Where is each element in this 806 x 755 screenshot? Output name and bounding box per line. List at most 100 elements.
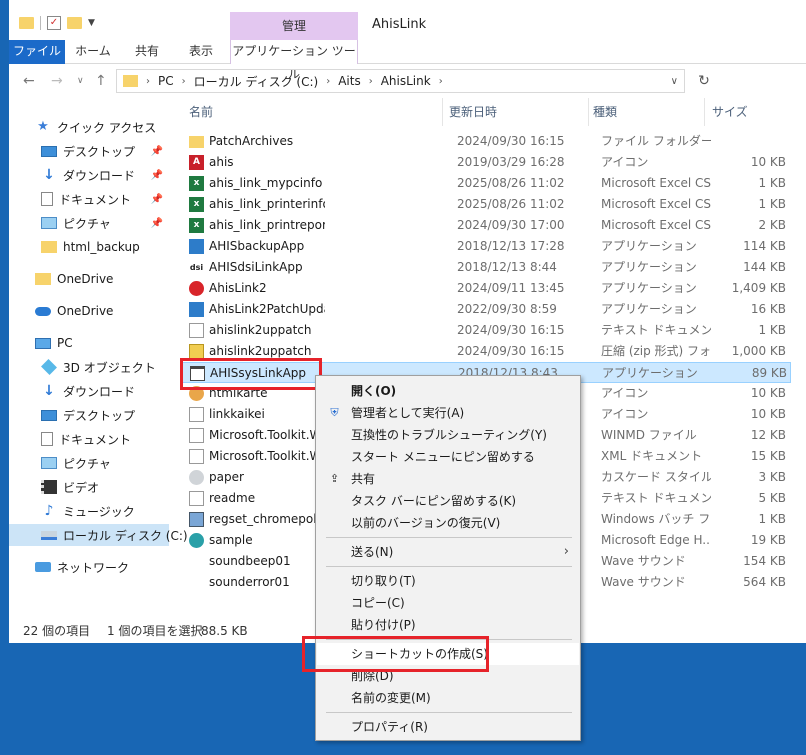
file-size: 89 KB <box>751 366 787 380</box>
file-row[interactable]: AhisLink2PatchUpdate 2022/09/30 8:59 アプリケー… <box>181 299 791 320</box>
nav-label: デスクトップ <box>63 144 136 159</box>
nav-documents[interactable]: ドキュメント 📌 <box>41 188 169 210</box>
column-header-name[interactable]: 名前 <box>189 98 443 126</box>
file-row[interactable]: AhisLink2 2024/09/11 13:45 アプリケーション 1,409 K… <box>181 278 791 299</box>
column-header-type[interactable]: 種類 <box>593 98 705 126</box>
chevron-right-icon[interactable]: › <box>439 76 443 87</box>
nav-html-backup[interactable]: html_backup <box>41 236 169 258</box>
refresh-icon[interactable]: ↻ <box>689 69 719 93</box>
file-size: 10 KB <box>750 386 786 400</box>
share-icon: ⇪ <box>329 472 340 485</box>
nav-local-disk[interactable]: ローカル ディスク (C:) <box>9 524 188 546</box>
menu-item-open[interactable]: 開く(O) <box>317 380 579 402</box>
breadcrumb-aits[interactable]: Aits <box>338 74 361 88</box>
back-arrow-icon[interactable]: ← <box>23 73 35 89</box>
file-date: 2018/12/13 8:44 <box>457 260 557 274</box>
up-arrow-icon[interactable]: ↑ <box>95 73 107 89</box>
menu-label: 以前のバージョンの復元(V) <box>351 516 501 530</box>
file-type: アプリケーション <box>601 260 697 274</box>
tab-share[interactable]: 共有 <box>127 40 167 64</box>
nav-music[interactable]: ♪ ミュージック <box>41 500 169 522</box>
file-row[interactable]: AHISbackupApp 2018/12/13 17:28 アプリケーション 114… <box>181 236 791 257</box>
pin-icon: 📌 <box>150 193 163 205</box>
breadcrumb-pc[interactable]: PC <box>158 74 174 88</box>
menu-item-compat-troubleshoot[interactable]: 互換性のトラブルシューティング(Y) <box>317 424 579 446</box>
address-bar[interactable]: › PC › ローカル ディスク (C:) › Aits › AhisLink … <box>116 69 685 93</box>
menu-item-share[interactable]: ⇪ 共有 <box>317 468 579 490</box>
file-row[interactable]: Aahis 2019/03/29 16:28 アイコン 10 KB <box>181 152 791 173</box>
menu-item-properties[interactable]: プロパティ(R) <box>317 716 579 738</box>
manage-tab-header: 管理 <box>230 12 358 40</box>
chevron-right-icon[interactable]: › <box>146 76 150 87</box>
breadcrumb-local-disk[interactable]: ローカル ディスク (C:) <box>194 73 319 90</box>
tab-view[interactable]: 表示 <box>179 40 223 64</box>
nav-pc[interactable]: PC <box>35 332 195 354</box>
picture-icon <box>41 217 57 229</box>
nav-3d-objects[interactable]: 3D オブジェクト <box>41 356 169 378</box>
nav-pc-documents[interactable]: ドキュメント <box>41 428 169 450</box>
menu-item-pin-start[interactable]: スタート メニューにピン留めする <box>317 446 579 468</box>
folder-icon <box>19 17 34 29</box>
quick-access-toolbar: ✓ ▼ <box>19 16 95 30</box>
nav-onedrive[interactable]: OneDrive <box>35 300 195 322</box>
file-size <box>714 131 786 152</box>
column-header-date[interactable]: 更新日時 <box>449 98 589 126</box>
file-row[interactable]: dsi AHISdsiLinkApp 2018/12/13 8:44 アプリケーション… <box>181 257 791 278</box>
forward-arrow-icon[interactable]: → <box>51 73 63 89</box>
menu-item-cut[interactable]: 切り取り(T) <box>317 570 579 592</box>
nav-pictures[interactable]: ピクチャ 📌 <box>41 212 169 234</box>
file-type: テキスト ドキュメント <box>601 491 711 505</box>
tab-application-tools[interactable]: アプリケーション ツール <box>230 40 358 81</box>
nav-pc-pictures[interactable]: ピクチャ <box>41 452 169 474</box>
menu-item-send-to[interactable]: 送る(N) › <box>317 541 579 563</box>
nav-label: ネットワーク <box>57 560 130 575</box>
file-name-cell: regset_chromepolici <box>189 509 325 530</box>
recent-dropdown-icon[interactable]: ∨ <box>77 76 84 86</box>
tab-file[interactable]: ファイル <box>9 40 65 64</box>
menu-item-copy[interactable]: コピー(C) <box>317 592 579 614</box>
nav-pc-downloads[interactable]: ↓ ダウンロード <box>41 380 169 402</box>
menu-item-run-as-admin[interactable]: ⛨ 管理者として実行(A) <box>317 402 579 424</box>
properties-check-icon[interactable]: ✓ <box>47 16 61 30</box>
nav-downloads[interactable]: ↓ ダウンロード 📌 <box>41 164 169 186</box>
file-row[interactable]: ahislink2uppatch 2024/09/30 16:15 テキスト ドキュ… <box>181 320 791 341</box>
nav-desktop[interactable]: デスクトップ 📌 <box>41 140 169 162</box>
address-dropdown-icon[interactable]: ∨ <box>671 76 678 87</box>
column-header-size[interactable]: サイズ <box>712 98 782 126</box>
chevron-right-icon[interactable]: › <box>182 76 186 87</box>
nav-network[interactable]: ネットワーク <box>35 556 195 578</box>
menu-label: 切り取り(T) <box>351 574 416 588</box>
breadcrumb-ahislink[interactable]: AhisLink <box>381 74 431 88</box>
chevron-right-icon[interactable]: › <box>326 76 330 87</box>
file-size: 1,409 KB <box>731 281 786 295</box>
new-folder-icon[interactable] <box>67 17 82 29</box>
chevron-right-icon[interactable]: › <box>369 76 373 87</box>
folder-icon <box>41 241 57 253</box>
file-name: ahislink2uppatch <box>209 323 312 337</box>
qat-dropdown-icon[interactable]: ▼ <box>88 18 95 28</box>
nav-pc-desktop[interactable]: デスクトップ <box>41 404 169 426</box>
annotation-box-create-shortcut <box>302 636 489 672</box>
menu-item-paste[interactable]: 貼り付け(P) <box>317 614 579 636</box>
nav-onedrive-folder[interactable]: OneDrive <box>35 268 195 290</box>
navigation-pane: ★ クイック アクセス デスクトップ 📌 ↓ ダウンロード 📌 ドキュメント 📌 ピクチャ… <box>9 98 188 618</box>
file-type: ファイル フォルダー <box>601 134 711 148</box>
nav-videos[interactable]: ビデオ <box>41 476 169 498</box>
file-type: Microsoft Excel CS... <box>601 197 711 211</box>
status-item-count: 22 個の項目 <box>23 624 91 638</box>
file-type: 圧縮 (zip 形式) フォ... <box>601 344 711 358</box>
menu-item-rename[interactable]: 名前の変更(M) <box>317 687 579 709</box>
nav-quick-access[interactable]: ★ クイック アクセス <box>35 116 195 138</box>
file-row[interactable]: x ahis_link_printerinfo 2025/08/26 11:02 Mi… <box>181 194 791 215</box>
file-name: AHISdsiLinkApp <box>209 260 303 274</box>
file-row[interactable]: x ahis_link_printreport 2024/09/30 17:00 Mi… <box>181 215 791 236</box>
file-size: 1 KB <box>758 176 786 190</box>
dsi-icon: dsi <box>189 260 204 275</box>
file-name: paper <box>209 470 244 484</box>
menu-item-pin-taskbar[interactable]: タスク バーにピン留めする(K) <box>317 490 579 512</box>
file-date: 2019/03/29 16:28 <box>457 155 565 169</box>
file-row[interactable]: x ahis_link_mypcinfo 2025/08/26 11:02 Micro… <box>181 173 791 194</box>
tab-home[interactable]: ホーム <box>71 40 115 64</box>
file-row[interactable]: PatchArchives 2024/09/30 16:15 ファイル フォルダー <box>181 131 791 152</box>
menu-item-restore-versions[interactable]: 以前のバージョンの復元(V) <box>317 512 579 534</box>
